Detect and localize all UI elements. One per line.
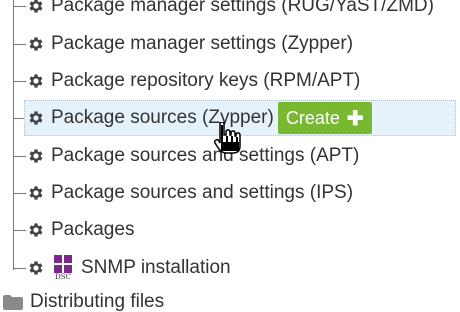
tree-folder[interactable]: Distributing files [3,285,164,312]
create-button-label: Create [285,107,340,128]
gear-icon [27,35,45,53]
tree-branch-line [13,193,26,194]
tree-item-label: Package sources and settings (IPS) [51,182,354,203]
gear-icon [27,184,45,202]
gear-icon [27,221,45,239]
gear-icon [27,259,45,277]
tree-branch-line [13,156,26,157]
gear-icon [27,72,45,90]
dsc-caption: DSC [55,273,71,281]
tree-branch-line [13,44,26,45]
windows-icon: DSC [53,255,73,281]
config-tree: Package manager settings (RUG/YaST/ZMD) … [0,0,460,312]
tree-branch-line [13,81,26,82]
gear-icon [27,0,45,15]
tree-item-label: Package manager settings (RUG/YaST/ZMD) [51,0,434,16]
tree-item-label: SNMP installation [81,257,231,278]
tree-item-label: Package repository keys (RPM/APT) [51,70,361,91]
tree-item-label: Package sources (Zypper) [51,107,274,128]
tree-item-label: Package manager settings (Zypper) [51,33,354,54]
folder-icon [3,294,23,310]
tree-branch-line [13,230,26,231]
tree-branch-line [13,6,26,7]
create-button[interactable]: Create ✚ [277,102,372,134]
tree-branch-line [13,268,26,269]
gear-icon [27,109,45,127]
tree-item-label: Packages [51,219,135,240]
gear-icon [27,147,45,165]
folder-label: Distributing files [30,291,165,312]
plus-icon: ✚ [346,107,364,130]
tree-item-label: Package sources and settings (APT) [51,145,360,166]
